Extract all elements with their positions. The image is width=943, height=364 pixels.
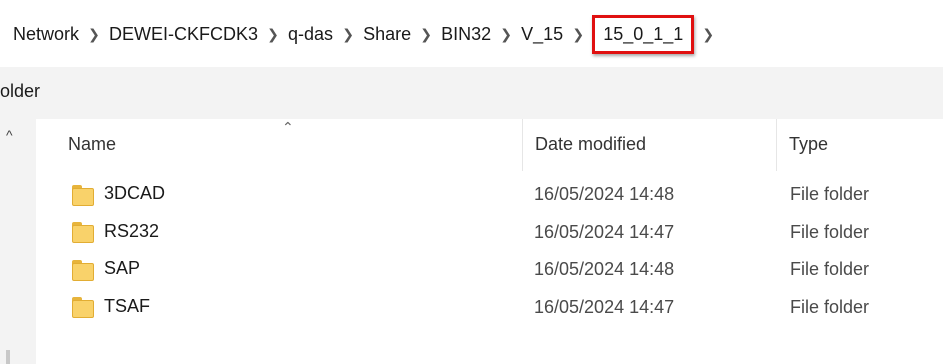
chevron-right-icon[interactable]: ❯: [414, 26, 438, 43]
breadcrumb-q-das[interactable]: q-das: [285, 24, 336, 45]
command-bar: older: [0, 67, 943, 119]
chevron-right-icon[interactable]: ❯: [82, 26, 106, 43]
file-name: TSAF: [104, 295, 151, 316]
file-name: RS232: [104, 220, 160, 241]
folder-icon: [72, 259, 94, 281]
breadcrumb-network[interactable]: Network: [10, 24, 82, 45]
file-name: SAP: [104, 258, 141, 278]
folder-icon: [72, 222, 94, 243]
file-type: File folder: [790, 184, 870, 204]
file-name: 3DCAD: [104, 183, 166, 203]
file-date-modified: 16/05/2024 14:48: [534, 184, 675, 204]
chevron-right-icon[interactable]: ❯: [336, 26, 360, 43]
breadcrumb-computer[interactable]: DEWEI-CKFCDK3: [106, 24, 261, 45]
new-folder-button[interactable]: older: [0, 81, 40, 102]
column-header-date-modified[interactable]: Date modified: [522, 119, 777, 171]
file-date-modified: 16/05/2024 14:47: [534, 221, 675, 242]
address-bar[interactable]: Network ❯ DEWEI-CKFCDK3 ❯ q-das ❯ Share …: [0, 0, 943, 66]
navigation-pane: ^: [0, 119, 36, 364]
file-type: File folder: [790, 221, 870, 242]
folder-icon: [72, 184, 94, 206]
breadcrumb-v15[interactable]: V_15: [518, 24, 566, 45]
breadcrumb: Network ❯ DEWEI-CKFCDK3 ❯ q-das ❯ Share …: [10, 14, 720, 54]
chevron-right-icon[interactable]: ❯: [566, 26, 590, 43]
chevron-right-icon[interactable]: ❯: [494, 26, 518, 43]
scrollbar[interactable]: [6, 350, 10, 364]
list-item[interactable]: RS232 16/05/2024 14:47 File folder: [36, 214, 943, 252]
breadcrumb-bin32[interactable]: BIN32: [438, 24, 494, 45]
file-date-modified: 16/05/2024 14:48: [534, 259, 675, 279]
breadcrumb-share[interactable]: Share: [360, 24, 414, 45]
chevron-right-icon[interactable]: ❯: [261, 26, 285, 43]
file-type: File folder: [790, 259, 870, 279]
list-item[interactable]: TSAF 16/05/2024 14:47 File folder: [36, 289, 943, 327]
file-date-modified: 16/05/2024 14:47: [534, 296, 675, 317]
scroll-up-icon[interactable]: ^: [6, 127, 13, 143]
chevron-right-icon[interactable]: ❯: [696, 26, 720, 43]
column-header-name-label: Name: [68, 134, 117, 154]
list-item[interactable]: 3DCAD 16/05/2024 14:48 File folder: [36, 176, 943, 214]
folder-icon: [72, 297, 94, 318]
list-item[interactable]: SAP 16/05/2024 14:48 File folder: [36, 251, 943, 289]
file-list: 3DCAD 16/05/2024 14:48 File folder RS232…: [36, 176, 943, 326]
column-header-name[interactable]: ⌃ Name: [36, 119, 522, 171]
column-header-date-label: Date modified: [535, 134, 647, 154]
column-header-type-label: Type: [789, 134, 829, 154]
column-header-type[interactable]: Type: [776, 119, 943, 171]
file-type: File folder: [790, 296, 870, 317]
breadcrumb-current-folder[interactable]: 15_0_1_1: [592, 14, 695, 54]
sort-ascending-icon: ⌃: [282, 119, 294, 135]
